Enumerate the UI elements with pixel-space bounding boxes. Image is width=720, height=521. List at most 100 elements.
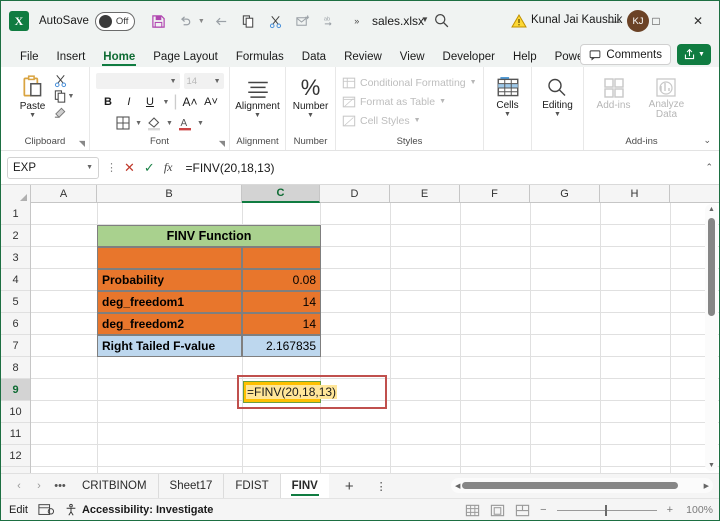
conditional-formatting-button[interactable]: Conditional Formatting ▼ xyxy=(342,74,477,91)
filename-chevron-down-icon[interactable]: ▼ xyxy=(421,15,429,24)
alignment-button[interactable]: Alignment ▼ xyxy=(231,76,283,122)
vertical-scrollbar[interactable]: ▲ ▼ xyxy=(705,204,718,471)
vertical-scroll-thumb[interactable] xyxy=(708,218,715,316)
fill-color-icon[interactable] xyxy=(146,115,162,131)
scroll-left-arrow-icon[interactable]: ◀ xyxy=(455,482,460,490)
cells-button[interactable]: Cells ▼ xyxy=(491,75,525,121)
tab-data[interactable]: Data xyxy=(293,49,335,67)
undo-icon[interactable] xyxy=(174,9,198,33)
tab-insert[interactable]: Insert xyxy=(48,49,95,67)
paste-chevron-down-icon[interactable]: ▼ xyxy=(29,112,36,120)
zoom-slider[interactable] xyxy=(556,504,657,516)
number-chevron-down-icon[interactable]: ▼ xyxy=(307,112,314,120)
save-icon[interactable] xyxy=(147,9,171,33)
row-header-8[interactable]: 8 xyxy=(1,357,30,379)
format-painter-icon[interactable] xyxy=(53,105,68,120)
cut-icon[interactable] xyxy=(264,9,288,33)
expand-formula-bar-chevron-icon[interactable]: ⌃ xyxy=(699,162,713,173)
normal-view-icon[interactable] xyxy=(465,503,480,518)
row-header-2[interactable]: 2 xyxy=(1,225,30,247)
sheet-nav-prev-icon[interactable]: ‹ xyxy=(9,480,29,492)
font-size-chevron-down-icon[interactable]: ▼ xyxy=(214,78,221,85)
comments-button[interactable]: Comments xyxy=(580,44,671,65)
table-row-label-deg-freedom1[interactable]: deg_freedom1 xyxy=(97,291,242,313)
tab-review[interactable]: Review xyxy=(335,49,391,67)
close-button[interactable]: ✕ xyxy=(677,1,719,41)
underline-chevron-down-icon[interactable]: ▼ xyxy=(162,99,169,106)
row-header-6[interactable]: 6 xyxy=(1,313,30,335)
editing-chevron-down-icon[interactable]: ▼ xyxy=(554,111,561,119)
maximize-button[interactable]: □ xyxy=(635,1,677,41)
row-header-5[interactable]: 5 xyxy=(1,291,30,313)
tab-home[interactable]: Home xyxy=(94,49,144,67)
qat-overflow-icon[interactable]: » xyxy=(345,9,369,33)
search-icon[interactable] xyxy=(433,12,450,29)
minimize-button[interactable]: — xyxy=(593,1,635,41)
addins-button[interactable]: Add-ins xyxy=(593,75,635,122)
email-icon[interactable] xyxy=(291,9,315,33)
column-header-f[interactable]: F xyxy=(460,185,530,203)
undo-chevron-down-icon[interactable]: ▼ xyxy=(198,18,205,25)
analyze-data-button[interactable]: Analyze Data xyxy=(642,75,690,122)
scroll-up-arrow-icon[interactable]: ▲ xyxy=(708,206,715,213)
macro-record-icon[interactable] xyxy=(38,503,54,517)
column-header-e[interactable]: E xyxy=(390,185,460,203)
column-header-c[interactable]: C xyxy=(242,185,320,203)
column-header-a[interactable]: A xyxy=(31,185,97,203)
font-name-input[interactable]: ▼ xyxy=(95,73,180,89)
fill-color-chevron-down-icon[interactable]: ▼ xyxy=(166,120,173,127)
spelling-icon[interactable]: ab xyxy=(318,9,342,33)
zoom-slider-handle[interactable] xyxy=(604,504,607,516)
name-box[interactable]: EXP ▼ xyxy=(7,156,99,179)
copy-icon[interactable] xyxy=(53,89,68,104)
font-name-chevron-down-icon[interactable]: ▼ xyxy=(170,78,177,85)
borders-icon[interactable] xyxy=(115,115,131,131)
sheet-tab-sheet17[interactable]: Sheet17 xyxy=(159,473,225,499)
filename-label[interactable]: sales.xlsx xyxy=(372,14,424,28)
format-as-table-chevron-down-icon[interactable]: ▼ xyxy=(439,98,446,105)
cancel-formula-icon[interactable]: ✕ xyxy=(124,160,135,176)
number-button[interactable]: % Number ▼ xyxy=(289,74,333,122)
zoom-in-button[interactable]: + xyxy=(667,504,673,516)
sheet-tab-fdist[interactable]: FDIST xyxy=(224,473,281,499)
scroll-right-arrow-icon[interactable]: ▶ xyxy=(704,482,709,490)
row-header-10[interactable]: 10 xyxy=(1,401,30,423)
editing-button[interactable]: Editing ▼ xyxy=(538,75,577,121)
table-row-label-deg-freedom2[interactable]: deg_freedom2 xyxy=(97,313,242,335)
font-color-chevron-down-icon[interactable]: ▼ xyxy=(197,120,204,127)
enter-formula-icon[interactable]: ✓ xyxy=(144,160,155,176)
tab-page-layout[interactable]: Page Layout xyxy=(144,49,227,67)
table-row-label-probability[interactable]: Probability xyxy=(97,269,242,291)
increase-font-size-button[interactable]: A˄ xyxy=(182,94,199,111)
tab-help[interactable]: Help xyxy=(504,49,546,67)
italic-button[interactable]: I xyxy=(120,94,137,111)
cells-chevron-down-icon[interactable]: ▼ xyxy=(504,111,511,119)
copy-chevron-down-icon[interactable]: ▼ xyxy=(68,93,75,100)
table-title-cell[interactable]: FINV Function xyxy=(97,225,321,247)
autosave-toggle[interactable]: Off xyxy=(94,11,135,31)
add-sheet-button[interactable]: + xyxy=(329,478,370,495)
row-header-7[interactable]: 7 xyxy=(1,335,30,357)
copy-icon[interactable] xyxy=(237,9,261,33)
tab-view[interactable]: View xyxy=(391,49,434,67)
row-header-11[interactable]: 11 xyxy=(1,423,30,445)
sheet-nav-more-icon[interactable]: ••• xyxy=(49,480,71,492)
table-row-value-probability[interactable]: 0.08 xyxy=(242,269,321,291)
formula-input[interactable]: =FINV(20,18,13) xyxy=(181,157,699,179)
tab-formulas[interactable]: Formulas xyxy=(227,49,293,67)
font-color-icon[interactable]: A xyxy=(177,115,193,131)
row-header-12[interactable]: 12 xyxy=(1,445,30,467)
clipboard-dialog-launcher-icon[interactable]: ◥ xyxy=(79,139,85,148)
tab-file[interactable]: File xyxy=(11,49,48,67)
row-header-1[interactable]: 1 xyxy=(1,203,30,225)
select-all-corner[interactable] xyxy=(1,185,31,203)
insert-function-icon[interactable]: fx xyxy=(164,160,173,175)
row-header-9[interactable]: 9 xyxy=(1,379,30,401)
row-header-4[interactable]: 4 xyxy=(1,269,30,291)
name-box-chevron-down-icon[interactable]: ▼ xyxy=(86,164,93,171)
sheet-tab-critbinom[interactable]: CRITBINOM xyxy=(71,473,159,499)
table-blank-cell-b3[interactable] xyxy=(97,247,242,269)
tab-developer[interactable]: Developer xyxy=(434,49,504,67)
cell-styles-button[interactable]: Cell Styles ▼ xyxy=(342,112,477,129)
underline-button[interactable]: U xyxy=(141,94,158,111)
